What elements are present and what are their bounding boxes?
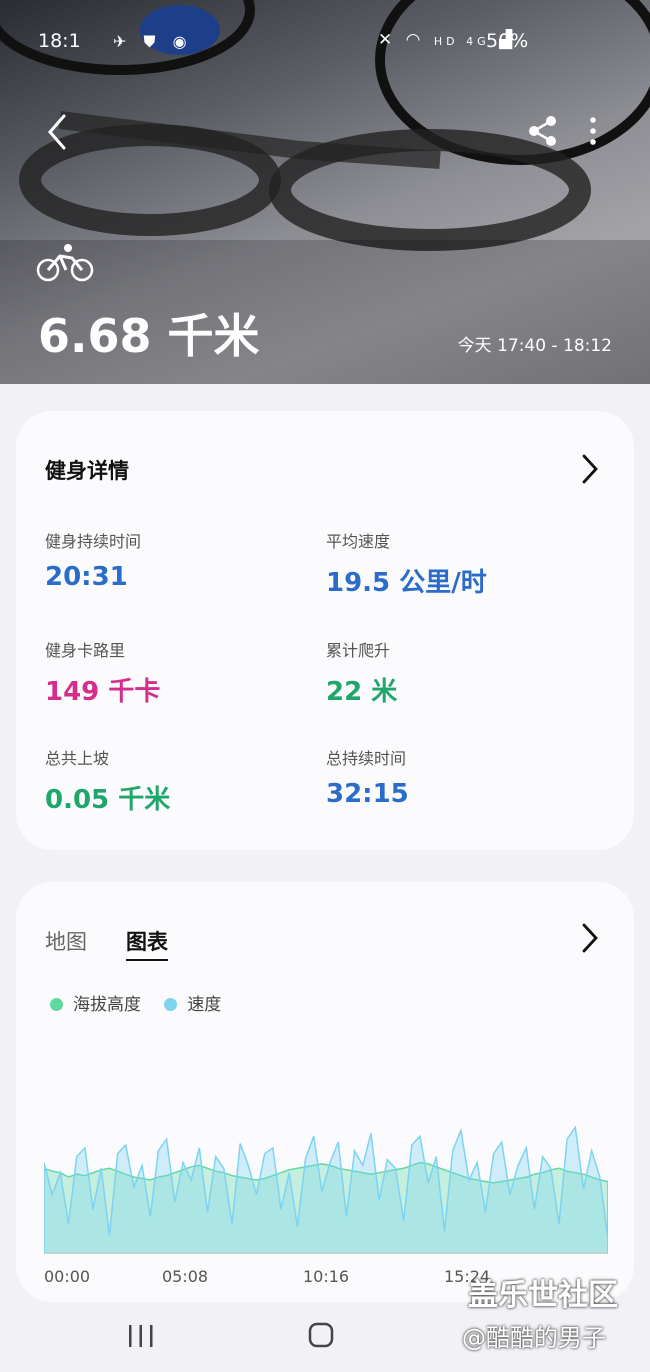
legend-dot xyxy=(50,998,63,1011)
map-chart-card: 地图 图表 海拔高度 速度 00:00 05:08 10:16 15:24 xyxy=(16,882,634,1302)
bicycle-icon xyxy=(36,244,94,282)
stat-label: 平均速度 xyxy=(326,532,391,551)
stat-avg-speed: 平均速度 19.5 公里/时 xyxy=(326,528,596,599)
legend-label: 海拔高度 xyxy=(73,995,141,1015)
status-bar: 18:1 ✈ ⛊ ◉ ✕ ◠ HD 4G ▟ 50% xyxy=(38,30,550,54)
stat-value: 20:31 xyxy=(45,562,128,592)
back-icon[interactable] xyxy=(40,112,76,152)
stat-value: 32:15 xyxy=(326,779,409,809)
stat-value: 149 千卡 xyxy=(45,677,161,707)
wifi-icon: ◠ xyxy=(405,30,425,50)
stat-calories: 健身卡路里 149 千卡 xyxy=(45,637,315,708)
stat-label: 健身卡路里 xyxy=(45,641,126,660)
home-icon[interactable] xyxy=(306,1320,336,1350)
details-chevron-right-icon[interactable] xyxy=(580,453,600,485)
stat-value: 22 米 xyxy=(326,677,398,707)
series-area-speed xyxy=(44,1125,608,1254)
legend-altitude: 海拔高度 xyxy=(50,995,146,1015)
workout-details-card: 健身详情 健身持续时间 20:31 平均速度 19.5 公里/时 健身卡路里 1… xyxy=(16,411,634,850)
details-title: 健身详情 xyxy=(45,459,129,483)
battery-level: 50% xyxy=(486,30,529,52)
stat-total-duration: 总持续时间 32:15 xyxy=(326,745,596,809)
watermark-community: 盖乐世社区 xyxy=(468,1278,618,1313)
share-icon[interactable] xyxy=(526,114,560,148)
legend-label: 速度 xyxy=(187,995,222,1015)
x-tick-label: 00:00 xyxy=(44,1267,91,1286)
network-label: HD 4G xyxy=(433,35,490,48)
tab-chart[interactable]: 图表 xyxy=(126,926,168,961)
legend-dot xyxy=(164,998,178,1011)
legend-speed: 速度 xyxy=(164,995,221,1015)
hero-banner: 18:1 ✈ ⛊ ◉ ✕ ◠ HD 4G ▟ 50% 6.68 千米 今天 17… xyxy=(0,0,650,384)
more-options-icon[interactable] xyxy=(584,114,602,148)
chart-chevron-right-icon[interactable] xyxy=(580,922,600,954)
stat-label: 总共上坡 xyxy=(45,749,110,768)
stat-value: 0.05 千米 xyxy=(45,785,171,815)
workout-time-range: 今天 17:40 - 18:12 xyxy=(457,336,612,356)
stat-elevation-gain: 累计爬升 22 米 xyxy=(326,637,596,708)
stat-label: 累计爬升 xyxy=(326,641,391,660)
x-tick-label: 10:16 xyxy=(303,1267,350,1286)
notification-icons: ✈ ⛊ ◉ xyxy=(113,32,193,51)
stat-uphill-distance: 总共上坡 0.05 千米 xyxy=(45,745,315,816)
altitude-speed-chart xyxy=(44,1125,608,1254)
tab-map[interactable]: 地图 xyxy=(45,926,87,956)
total-distance: 6.68 千米 xyxy=(38,309,260,363)
mute-icon: ✕ xyxy=(378,30,397,50)
x-tick-label: 05:08 xyxy=(162,1267,209,1286)
recent-apps-icon[interactable] xyxy=(126,1322,156,1350)
chart-legend: 海拔高度 速度 xyxy=(50,990,239,1015)
stat-duration: 健身持续时间 20:31 xyxy=(45,528,315,592)
status-time: 18:1 xyxy=(38,30,81,52)
watermark-author: @酷酷的男子 xyxy=(462,1324,606,1352)
stat-label: 健身持续时间 xyxy=(45,532,142,551)
stat-value: 19.5 公里/时 xyxy=(326,568,487,598)
stat-label: 总持续时间 xyxy=(326,749,407,768)
